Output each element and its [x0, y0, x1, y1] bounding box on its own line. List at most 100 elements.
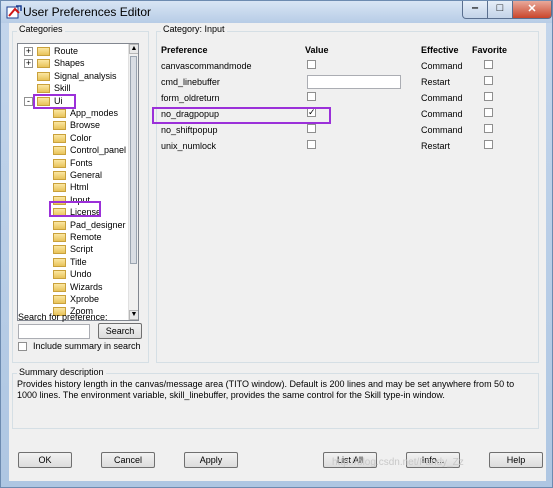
search-input[interactable]: [18, 324, 90, 339]
favorite-checkbox[interactable]: [484, 124, 493, 133]
tree-item-label: Remote: [70, 232, 102, 242]
favorite-checkbox[interactable]: [484, 76, 493, 85]
highlight-no-dragpopup: [152, 107, 331, 124]
preference-name: canvascommandmode: [161, 61, 252, 71]
expand-icon[interactable]: +: [24, 47, 33, 56]
tree-item-label: Control_panel: [70, 145, 127, 156]
folder-icon: [53, 270, 66, 280]
folder-icon: [53, 295, 66, 304]
tree-scrollbar[interactable]: ▲ ▼: [128, 44, 138, 320]
tree-item[interactable]: Pad_designer: [18, 220, 128, 231]
tree-item-label: Color: [70, 132, 92, 143]
app-window: User Preferences Editor ‒ □ ✕ Categories…: [0, 0, 553, 488]
folder-icon: [37, 59, 50, 69]
tree-item[interactable]: Html: [18, 182, 128, 193]
folder-icon: [53, 133, 66, 143]
folder-icon: [53, 146, 66, 156]
tree-item-label: App_modes: [70, 108, 119, 118]
folder-icon: [53, 257, 66, 267]
include-summary-label: Include summary in search: [33, 341, 141, 351]
tree-item[interactable]: Fonts: [18, 158, 128, 169]
tree-item[interactable]: Signal_analysis: [18, 71, 128, 82]
help-button[interactable]: Help: [489, 452, 543, 468]
tree-item-label: Route: [54, 46, 79, 56]
title-bar: User Preferences Editor ‒ □ ✕: [1, 1, 552, 23]
apply-button[interactable]: Apply: [184, 452, 238, 468]
maximize-icon: □: [496, 2, 504, 14]
tree-item-label: Script: [70, 244, 94, 255]
preference-name: form_oldreturn: [161, 93, 220, 103]
tree-item-label: Shapes: [54, 58, 85, 69]
close-button[interactable]: ✕: [512, 1, 552, 19]
tree-item[interactable]: + Route: [18, 46, 128, 57]
highlight-ui: [33, 94, 76, 109]
tree-item-label: Pad_designer: [70, 219, 126, 230]
tree-item[interactable]: Browse: [18, 120, 128, 131]
folder-icon: [53, 109, 66, 118]
tree-item[interactable]: General: [18, 170, 128, 181]
collapse-icon[interactable]: -: [24, 96, 33, 106]
folder-icon: [53, 171, 66, 180]
tree-item-label: Wizards: [70, 281, 103, 292]
search-button[interactable]: Search: [98, 323, 142, 339]
tree-item[interactable]: Control_panel: [18, 145, 128, 156]
tree-item-label: Title: [70, 256, 87, 267]
preference-value-checkbox[interactable]: [307, 140, 316, 149]
tree-item[interactable]: Color: [18, 133, 128, 144]
favorite-checkbox[interactable]: [484, 92, 493, 101]
header-favorite: Favorite: [472, 45, 508, 55]
tree-item-label: Signal_analysis: [54, 70, 117, 81]
cancel-button[interactable]: Cancel: [101, 452, 155, 468]
tree-item[interactable]: Remote: [18, 232, 128, 243]
folder-icon: [53, 183, 66, 193]
header-effective: Effective: [421, 45, 459, 55]
tree-item[interactable]: App_modes: [18, 108, 128, 119]
preference-value-checkbox[interactable]: [307, 60, 316, 69]
preference-value-checkbox[interactable]: [307, 124, 316, 133]
header-value: Value: [305, 45, 329, 55]
scroll-up-icon[interactable]: ▲: [129, 44, 138, 54]
search-label: Search for preference:: [18, 312, 108, 322]
tree-item[interactable]: Undo: [18, 269, 128, 280]
tree-item-label: Skill: [54, 83, 71, 94]
folder-icon: [53, 245, 66, 255]
ok-button[interactable]: OK: [18, 452, 72, 468]
minimize-icon: ‒: [471, 2, 479, 14]
folder-icon: [53, 220, 66, 230]
highlight-input: [49, 201, 101, 217]
dialog-body: Categories ▲ ▼ + Route + Shapes Signal_analy…: [9, 23, 546, 481]
tree-item[interactable]: Xprobe: [18, 294, 128, 305]
tree-item[interactable]: Title: [18, 257, 128, 268]
preference-effective: Command: [421, 61, 463, 71]
minimize-button[interactable]: ‒: [462, 1, 488, 19]
tree-item-label: Xprobe: [70, 294, 100, 304]
tree-item[interactable]: Script: [18, 244, 128, 255]
watermark-text: http://blog.csdn.net/Fandy_Zz: [332, 457, 464, 468]
maximize-button[interactable]: □: [487, 1, 513, 19]
expand-icon[interactable]: +: [24, 59, 33, 69]
favorite-checkbox[interactable]: [484, 60, 493, 69]
category-tree[interactable]: ▲ ▼ + Route + Shapes Signal_analysis Skill - Ui…: [17, 43, 139, 321]
tree-item[interactable]: Wizards: [18, 282, 128, 293]
app-icon: [6, 5, 22, 19]
scroll-thumb[interactable]: [130, 56, 137, 264]
summary-text: Provides history length in the canvas/me…: [17, 379, 515, 400]
preference-name: unix_numlock: [161, 141, 217, 151]
preference-effective: Command: [421, 109, 463, 119]
scroll-down-icon[interactable]: ▼: [129, 310, 138, 320]
preference-name: no_shiftpopup: [161, 125, 218, 135]
favorite-checkbox[interactable]: [484, 108, 493, 117]
preference-value-input[interactable]: [307, 75, 401, 89]
preference-effective: Restart: [421, 77, 451, 87]
window-title: User Preferences Editor: [23, 5, 152, 19]
tree-item[interactable]: + Shapes: [18, 58, 128, 69]
tree-item[interactable]: Skill: [18, 83, 128, 94]
folder-icon: [37, 71, 50, 81]
tree-item-label: Undo: [70, 269, 92, 280]
include-summary-checkbox[interactable]: [18, 342, 27, 351]
folder-icon: [37, 84, 50, 94]
favorite-checkbox[interactable]: [484, 140, 493, 149]
category-label: Category: Input: [161, 24, 227, 34]
preference-value-checkbox[interactable]: [307, 92, 316, 101]
categories-label: Categories: [17, 24, 65, 34]
